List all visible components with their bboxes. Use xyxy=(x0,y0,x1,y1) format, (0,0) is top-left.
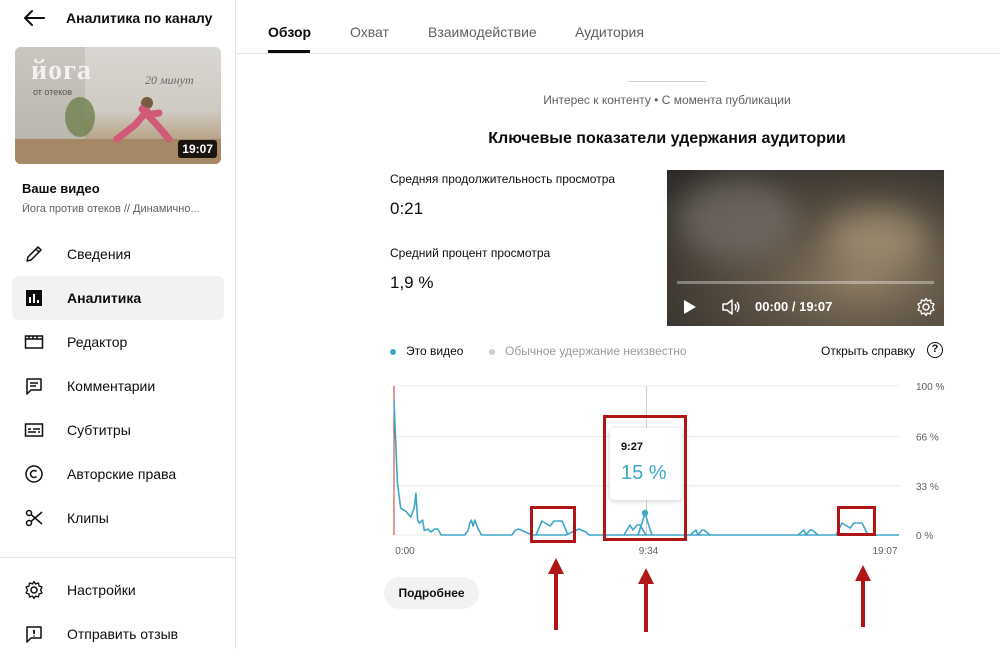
x-tick-label: 0:00 xyxy=(395,546,415,557)
avg-view-duration-label: Средняя продолжительность просмотра xyxy=(390,172,616,186)
thumbnail-logo: йога xyxy=(31,55,92,86)
sidebar-divider xyxy=(0,557,236,558)
y-tick-label: 100 % xyxy=(916,382,944,393)
sidebar-item-feedback[interactable]: Отправить отзыв xyxy=(12,612,224,656)
tab-reach[interactable]: Охват xyxy=(350,24,389,40)
video-title: Йога против отеков // Динамично... xyxy=(22,203,200,215)
avg-percentage-viewed-label: Средний процент просмотра xyxy=(390,246,551,260)
annotation-highlight-box xyxy=(530,506,576,543)
copyright-icon xyxy=(25,465,43,483)
tab-overview[interactable]: Обзор xyxy=(268,24,311,40)
legend-label: Это видео xyxy=(406,344,464,358)
sidebar-item-label: Комментарии xyxy=(67,378,156,394)
sidebar-item-copyright[interactable]: Авторские права xyxy=(12,452,224,496)
y-tick-label: 66 % xyxy=(916,433,939,444)
more-details-button[interactable]: Подробнее xyxy=(384,577,479,609)
y-tick-label: 0 % xyxy=(916,531,933,542)
sidebar: Аналитика по каналу йога от отеков 20 ми… xyxy=(0,0,236,649)
help-icon[interactable]: ? xyxy=(927,342,943,358)
sidebar-item-label: Сведения xyxy=(67,246,131,262)
subtitles-icon xyxy=(24,423,44,437)
annotation-arrow xyxy=(548,558,564,630)
open-help-link[interactable]: Открыть справку xyxy=(821,344,915,358)
section-title: Ключевые показатели удержания аудитории xyxy=(488,130,846,147)
thumbnail-person xyxy=(113,97,173,143)
feedback-icon xyxy=(26,626,42,643)
legend-dot-this-video xyxy=(390,348,396,355)
legend-this-video: Это видео xyxy=(390,344,463,358)
y-tick-label: 33 % xyxy=(916,482,939,493)
comment-icon xyxy=(26,378,42,395)
thumbnail-plant xyxy=(65,97,95,137)
pencil-icon xyxy=(26,246,42,262)
sidebar-title: Аналитика по каналу xyxy=(66,10,213,26)
thumbnail-minutes: 20 минут xyxy=(145,73,194,87)
sidebar-item-label: Отправить отзыв xyxy=(67,626,179,642)
scissors-icon xyxy=(25,509,43,527)
tab-engagement[interactable]: Взаимодействие xyxy=(428,24,537,40)
legend-label: Обычное удержание неизвестно xyxy=(505,344,687,358)
x-tick-label: 19:07 xyxy=(872,546,897,557)
sidebar-item-comments[interactable]: Комментарии xyxy=(12,364,224,408)
volume-icon[interactable] xyxy=(721,298,741,316)
sidebar-item-analytics[interactable]: Аналитика xyxy=(12,276,224,320)
annotation-highlight-box xyxy=(603,415,687,541)
player-time: 00:00 / 19:07 xyxy=(755,299,833,314)
your-video-label: Ваше видео xyxy=(22,181,100,196)
video-player[interactable]: 00:00 / 19:07 xyxy=(667,170,944,326)
sidebar-item-label: Аналитика xyxy=(67,290,142,306)
analytics-icon xyxy=(26,290,42,306)
sidebar-item-editor[interactable]: Редактор xyxy=(12,320,224,364)
sidebar-item-clips[interactable]: Клипы xyxy=(12,496,224,540)
sidebar-bottom-nav: Настройки Отправить отзыв xyxy=(12,568,224,656)
gear-icon xyxy=(25,580,43,600)
player-frame-blur xyxy=(677,180,797,260)
avg-view-duration-value: 0:21 xyxy=(390,199,424,218)
sidebar-header: Аналитика по каналу xyxy=(0,0,236,38)
video-thumbnail[interactable]: йога от отеков 20 минут 19:07 xyxy=(15,47,221,164)
avg-percentage-viewed-value: 1,9 % xyxy=(390,273,434,292)
legend-dot-typical xyxy=(489,348,495,355)
sidebar-item-label: Настройки xyxy=(67,582,136,598)
sidebar-item-label: Авторские права xyxy=(67,466,177,482)
player-settings-icon[interactable] xyxy=(916,297,936,317)
player-frame-blur xyxy=(827,210,927,270)
tab-bar: Обзор Охват Взаимодействие Аудитория xyxy=(236,0,1000,54)
sidebar-item-label: Субтитры xyxy=(67,422,131,438)
tab-audience[interactable]: Аудитория xyxy=(575,24,644,40)
video-duration-badge: 19:07 xyxy=(178,140,217,158)
player-progress-bar[interactable] xyxy=(677,281,934,284)
legend-typical: Обычное удержание неизвестно xyxy=(489,344,687,358)
sidebar-item-settings[interactable]: Настройки xyxy=(12,568,224,612)
annotation-arrow xyxy=(855,565,871,627)
section-divider xyxy=(628,81,706,82)
active-tab-indicator xyxy=(268,50,310,53)
play-icon[interactable] xyxy=(683,299,697,315)
section-subtitle: Интерес к контенту • С момента публикаци… xyxy=(543,93,791,107)
annotation-highlight-box xyxy=(837,506,876,536)
back-arrow-icon[interactable] xyxy=(22,8,46,28)
editor-icon xyxy=(24,335,44,349)
x-tick-label: 9:34 xyxy=(639,546,659,557)
thumbnail-subtitle: от отеков xyxy=(33,87,73,97)
sidebar-item-details[interactable]: Сведения xyxy=(12,232,224,276)
sidebar-item-label: Клипы xyxy=(67,510,109,526)
sidebar-item-label: Редактор xyxy=(67,334,128,350)
annotation-arrow xyxy=(638,568,654,632)
sidebar-item-subtitles[interactable]: Субтитры xyxy=(12,408,224,452)
sidebar-nav: Сведения Аналитика Редактор Комментарии … xyxy=(12,232,224,540)
